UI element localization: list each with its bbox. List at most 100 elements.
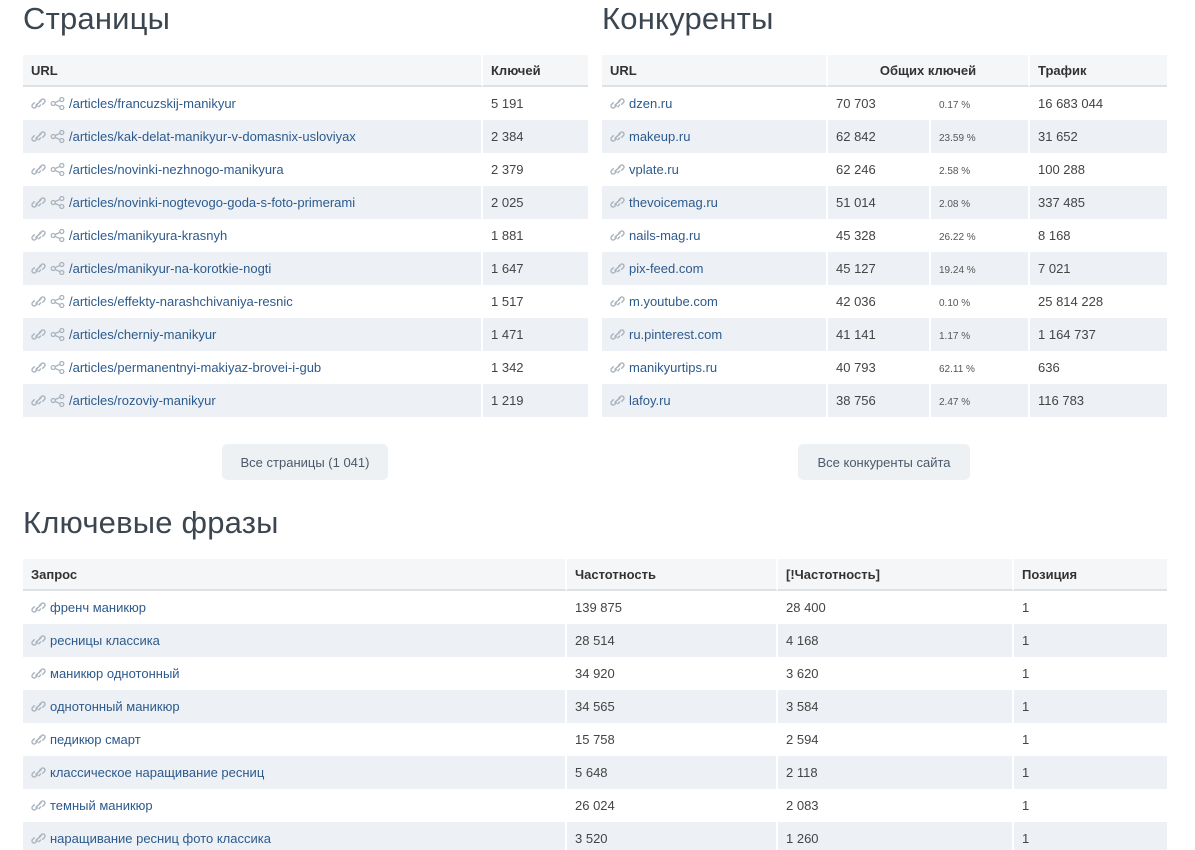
table-row: /articles/novinki-nogtevogo-goda-s-foto-…	[23, 186, 588, 219]
link-icon[interactable]	[610, 163, 625, 176]
keyword-query-link[interactable]: френч маникюр	[50, 600, 146, 615]
keyword-query-link[interactable]: ресницы классика	[50, 633, 160, 648]
link-icon[interactable]	[31, 766, 46, 779]
share-icon[interactable]	[50, 361, 65, 374]
competitor-common-cell: 40 793	[828, 351, 931, 384]
link-icon[interactable]	[610, 361, 625, 374]
competitor-pct: 19.24 %	[939, 265, 976, 276]
table-row: makeup.ru 62 842 23.59 % 31 652	[602, 120, 1167, 153]
competitor-domain-link[interactable]: dzen.ru	[629, 96, 672, 111]
link-icon[interactable]	[31, 601, 46, 614]
competitors-header-common[interactable]: Общих ключей	[828, 55, 1030, 87]
page-url-link[interactable]: /articles/rozoviy-manikyur	[69, 393, 216, 408]
page-url-link[interactable]: /articles/manikyura-krasnyh	[69, 228, 227, 243]
link-icon[interactable]	[31, 832, 46, 845]
link-icon[interactable]	[31, 394, 46, 407]
link-icon[interactable]	[610, 394, 625, 407]
share-icon[interactable]	[50, 196, 65, 209]
page-url-link[interactable]: /articles/francuzskij-manikyur	[69, 96, 236, 111]
link-icon[interactable]	[31, 799, 46, 812]
competitor-domain-link[interactable]: nails-mag.ru	[629, 228, 701, 243]
share-icon[interactable]	[50, 328, 65, 341]
table-row: ru.pinterest.com 41 141 1.17 % 1 164 737	[602, 318, 1167, 351]
competitor-domain-link[interactable]: m.youtube.com	[629, 294, 718, 309]
pages-header-keys[interactable]: Ключей	[483, 55, 588, 87]
table-row: lafoy.ru 38 756 2.47 % 116 783	[602, 384, 1167, 417]
keywords-header-exact[interactable]: [!Частотность]	[778, 559, 1014, 591]
link-icon[interactable]	[31, 130, 46, 143]
link-icon[interactable]	[31, 634, 46, 647]
competitor-domain-link[interactable]: ru.pinterest.com	[629, 327, 722, 342]
page-url-link[interactable]: /articles/effekty-narashchivaniya-resnic	[69, 294, 293, 309]
competitors-title: Конкуренты	[602, 1, 774, 36]
competitor-domain-link[interactable]: thevoicemag.ru	[629, 195, 718, 210]
keywords-header-pos[interactable]: Позиция	[1014, 559, 1167, 591]
keyword-query-link[interactable]: классическое наращивание ресниц	[50, 765, 264, 780]
competitor-domain-link[interactable]: makeup.ru	[629, 129, 690, 144]
competitor-domain-link[interactable]: pix-feed.com	[629, 261, 703, 276]
page-url-link[interactable]: /articles/novinki-nogtevogo-goda-s-foto-…	[69, 195, 355, 210]
keyword-position-cell: 1	[1014, 624, 1167, 657]
link-icon[interactable]	[31, 700, 46, 713]
page-url-link[interactable]: /articles/permanentnyi-makiyaz-brovei-i-…	[69, 360, 321, 375]
link-icon[interactable]	[31, 262, 46, 275]
competitor-domain-cell: ru.pinterest.com	[602, 318, 828, 351]
keyword-query-link[interactable]: наращивание ресниц фото классика	[50, 831, 271, 846]
competitors-header-url[interactable]: URL	[602, 55, 828, 87]
keyword-query-link[interactable]: темный маникюр	[50, 798, 153, 813]
share-icon[interactable]	[50, 163, 65, 176]
page-url-cell: /articles/manikyura-krasnyh	[23, 219, 483, 252]
link-icon[interactable]	[610, 97, 625, 110]
competitor-domain-link[interactable]: lafoy.ru	[629, 393, 671, 408]
link-icon[interactable]	[31, 229, 46, 242]
link-icon[interactable]	[31, 361, 46, 374]
competitor-traffic-cell: 100 288	[1038, 162, 1085, 177]
page-url-cell: /articles/rozoviy-manikyur	[23, 384, 483, 417]
competitor-pct-cell: 19.24 %	[931, 252, 1030, 285]
share-icon[interactable]	[50, 394, 65, 407]
link-icon[interactable]	[610, 262, 625, 275]
keyword-query-link[interactable]: однотонный маникюр	[50, 699, 180, 714]
link-icon[interactable]	[31, 196, 46, 209]
link-icon[interactable]	[31, 328, 46, 341]
all-competitors-button[interactable]: Все конкуренты сайта	[798, 444, 970, 480]
keyword-exact-cell: 2 594	[778, 723, 1014, 756]
link-icon[interactable]	[31, 295, 46, 308]
keyword-freq-cell: 139 875	[567, 591, 778, 624]
link-icon[interactable]	[610, 130, 625, 143]
page-url-link[interactable]: /articles/cherniy-manikyur	[69, 327, 216, 342]
link-icon[interactable]	[610, 196, 625, 209]
competitor-domain-link[interactable]: vplate.ru	[629, 162, 679, 177]
share-icon[interactable]	[50, 295, 65, 308]
keywords-header-query[interactable]: Запрос	[23, 559, 567, 591]
keywords-header-freq[interactable]: Частотность	[567, 559, 778, 591]
competitor-domain-link[interactable]: manikyurtips.ru	[629, 360, 717, 375]
link-icon[interactable]	[31, 733, 46, 746]
keyword-position-cell: 1	[1014, 690, 1167, 723]
keywords-table: Запрос Частотность [!Частотность] Позици…	[23, 559, 1167, 850]
link-icon[interactable]	[610, 328, 625, 341]
share-icon[interactable]	[50, 130, 65, 143]
link-icon[interactable]	[31, 163, 46, 176]
competitor-pct-cell: 0.17 %	[931, 87, 1030, 120]
share-icon[interactable]	[50, 262, 65, 275]
share-icon[interactable]	[50, 97, 65, 110]
competitors-header-traffic[interactable]: Трафик	[1030, 55, 1167, 87]
page-url-link[interactable]: /articles/manikyur-na-korotkie-nogti	[69, 261, 271, 276]
competitor-pct: 26.22 %	[939, 232, 976, 243]
keyword-query-link[interactable]: маникюр однотонный	[50, 666, 180, 681]
pages-header-url[interactable]: URL	[23, 55, 483, 87]
competitor-pct: 0.17 %	[939, 100, 971, 111]
share-icon[interactable]	[50, 229, 65, 242]
page-url-link[interactable]: /articles/novinki-nezhnogo-manikyura	[69, 162, 284, 177]
link-icon[interactable]	[610, 229, 625, 242]
keyword-exact-cell: 28 400	[778, 591, 1014, 624]
link-icon[interactable]	[610, 295, 625, 308]
page-url-link[interactable]: /articles/kak-delat-manikyur-v-domasnix-…	[69, 129, 356, 144]
keyword-query-link[interactable]: педикюр смарт	[50, 732, 141, 747]
link-icon[interactable]	[31, 97, 46, 110]
pages-table-body: /articles/francuzskij-manikyur 5 191/arti…	[23, 87, 588, 417]
all-pages-button[interactable]: Все страницы (1 041)	[222, 444, 388, 480]
keyword-freq-cell: 28 514	[567, 624, 778, 657]
link-icon[interactable]	[31, 667, 46, 680]
